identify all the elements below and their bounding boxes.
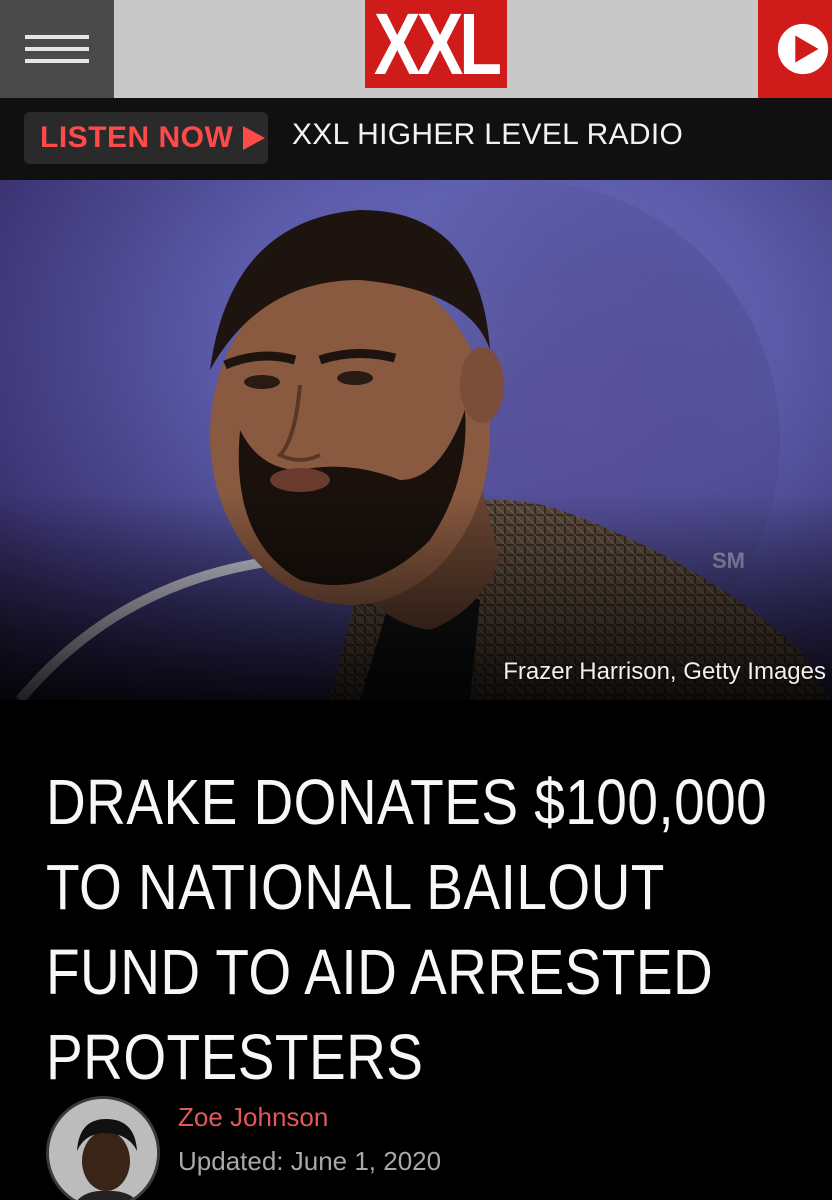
- site-logo[interactable]: XXL: [365, 0, 507, 88]
- hamburger-menu-icon[interactable]: [0, 0, 114, 98]
- play-icon: [777, 23, 829, 75]
- radio-bar: LISTEN NOW XXL HIGHER LEVEL RADIO: [0, 98, 832, 180]
- listen-now-button[interactable]: LISTEN NOW: [24, 112, 268, 164]
- logo-text: XXL: [373, 0, 502, 93]
- triangle-right-icon: [243, 126, 266, 150]
- hero-photo: SM Frazer Harrison, Getty Images: [0, 180, 832, 700]
- top-header: XXL: [0, 0, 832, 98]
- listen-now-label: LISTEN NOW: [40, 121, 234, 154]
- portrait-illustration: SM: [0, 180, 832, 700]
- photo-credit: Frazer Harrison, Getty Images: [503, 658, 826, 685]
- article-headline: DRAKE DONATES $100,000 TO NATIONAL BAILO…: [46, 766, 768, 1093]
- author-avatar[interactable]: [46, 1096, 160, 1200]
- author-name[interactable]: Zoe Johnson: [178, 1102, 328, 1133]
- avatar-icon: [49, 1099, 157, 1200]
- updated-date: Updated: June 1, 2020: [178, 1146, 442, 1176]
- play-button[interactable]: [758, 0, 832, 98]
- station-name[interactable]: XXL HIGHER LEVEL RADIO: [292, 118, 683, 152]
